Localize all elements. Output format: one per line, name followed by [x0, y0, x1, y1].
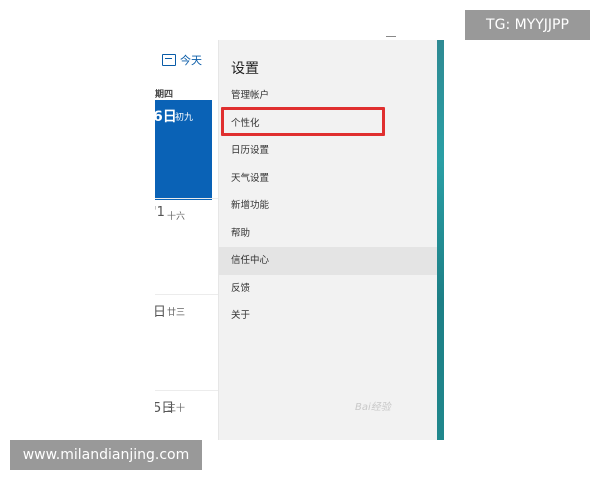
day-number: 6日: [155, 109, 177, 125]
calendar-day[interactable]: 日 廿三: [155, 294, 218, 320]
day-number: 日: [155, 301, 166, 320]
background-strip: [437, 40, 444, 440]
weekday-header: 期四: [155, 90, 174, 100]
menu-item-trust-center[interactable]: 信任中心: [219, 247, 437, 275]
calendar-day[interactable]: 5日 三十: [155, 390, 218, 416]
menu-item-feedback[interactable]: 反馈: [219, 275, 437, 303]
calendar-day[interactable]: '1 十六: [155, 198, 218, 222]
lunar-date: 三十: [167, 404, 186, 414]
lunar-date: 廿三: [167, 308, 186, 318]
lunar-date: 初九: [175, 113, 194, 123]
menu-item-manage-accounts[interactable]: 管理帐户: [219, 82, 437, 110]
today-button[interactable]: 今天: [162, 52, 202, 68]
menu-item-about[interactable]: 关于: [219, 302, 437, 330]
day-number: '1: [155, 205, 165, 220]
menu-item-help[interactable]: 帮助: [219, 220, 437, 248]
calendar-day-selected[interactable]: 6日 初九: [155, 100, 212, 200]
menu-item-whats-new[interactable]: 新增功能: [219, 192, 437, 220]
menu-item-weather-settings[interactable]: 天气设置: [219, 165, 437, 193]
site-url-badge: www.milandianjing.com: [10, 440, 202, 470]
settings-title: 设置: [231, 61, 259, 77]
highlight-annotation: [221, 107, 385, 136]
window-mark: [386, 36, 396, 37]
baidu-watermark-logo: Bai经验: [355, 402, 391, 413]
today-label: 今天: [180, 54, 202, 67]
lunar-date: 十六: [167, 212, 186, 222]
today-icon: [162, 54, 176, 66]
tag-badge: TG: MYYJJPP: [465, 10, 590, 40]
settings-panel: 设置 管理帐户 个性化 日历设置 天气设置 新增功能 帮助 信任中心 反馈 关于: [219, 40, 437, 440]
calendar-pane: 今天 期四 6日 初九 '1 十六 日 廿三 5日 三十: [155, 40, 219, 440]
menu-item-calendar-settings[interactable]: 日历设置: [219, 137, 437, 165]
